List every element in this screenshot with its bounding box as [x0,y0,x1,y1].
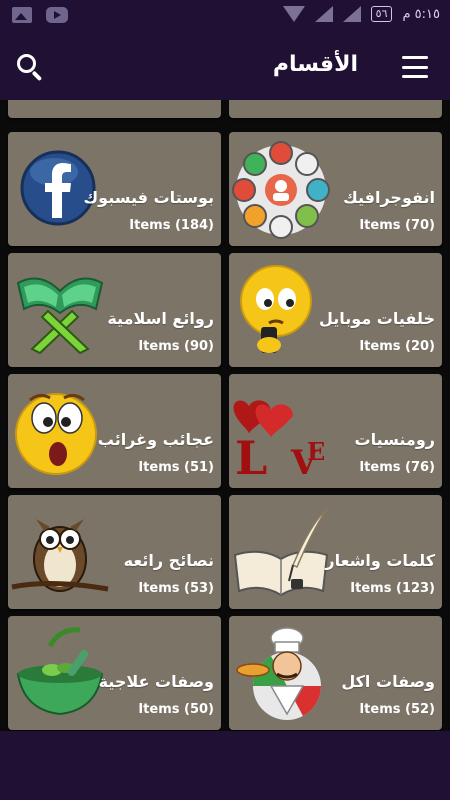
category-name: رومنسيات [354,430,436,449]
wifi-icon [282,6,305,22]
infographic-icon [232,141,330,239]
category-card-wonders[interactable]: عجائب وغرائب Items (51) [8,374,221,488]
quran-icon [16,277,104,355]
image-notification-icon [12,7,32,23]
category-card-remedies[interactable]: وصفات علاجية Items (50) [8,616,221,730]
youtube-notification-icon [46,7,68,23]
category-card-partial-right[interactable] [229,100,442,118]
category-count: Items (50) [138,702,214,717]
category-name: روائع اسلامية [107,309,214,328]
category-name: خلفيات موبايل [318,309,435,328]
status-indicators: ٥٦ ٥:١٥ م [282,6,440,22]
page-title: الأقسام [272,52,358,77]
status-bar: ٥٦ ٥:١٥ م [0,0,450,34]
bottom-area [0,731,450,800]
category-count: Items (90) [138,339,214,354]
category-count: Items (51) [138,460,214,475]
mortar-herbs-icon [16,627,104,716]
svg-text:E: E [307,437,325,466]
category-card-islamic[interactable]: روائع اسلامية Items (90) [8,253,221,367]
love-hearts-icon: L V E [233,400,325,482]
category-card-tips[interactable]: نصائح رائعه Items (53) [8,495,221,609]
category-card-infographic[interactable]: انفوجرافيك Items (70) [229,132,442,246]
svg-text:L: L [235,431,267,482]
category-card-romance[interactable]: L V E رومنسيات Items (76) [229,374,442,488]
surprised-emoji-icon [15,393,97,475]
search-icon[interactable] [17,54,43,82]
category-count: Items (52) [359,702,435,717]
category-card-partial-left[interactable] [8,100,221,118]
app-bar: الأقسام [0,34,450,100]
emoji-phone-icon [240,265,312,353]
owl-icon [11,519,109,592]
category-card-poetry[interactable]: كلمات واشعار Items (123) [229,495,442,609]
category-count: Items (20) [359,339,435,354]
category-name: انفوجرافيك [343,188,435,207]
category-count: Items (70) [359,218,435,233]
category-card-mobile-wallpapers[interactable]: خلفيات موبايل Items (20) [229,253,442,367]
category-card-facebook[interactable]: بوستات فيسبوك Items (184) [8,132,221,246]
clock: ٥:١٥ م [402,6,440,22]
signal-icon-2 [342,6,361,22]
category-card-food-recipes[interactable]: وصفات اكل Items (52) [229,616,442,730]
battery-icon: ٥٦ [370,6,393,22]
signal-icon [314,6,333,22]
categories-grid[interactable]: انفوجرافيك Items (70) بوستات فيسبوك Item… [0,100,450,731]
chef-icon [236,627,321,720]
category-count: Items (76) [359,460,435,475]
category-name: بوستات فيسبوك [83,188,214,207]
category-name: عجائب وغرائب [97,430,214,449]
book-quill-icon [233,508,329,597]
category-name: نصائح رائعه [123,551,214,570]
notification-icons [12,7,68,23]
category-count: Items (123) [350,581,435,596]
category-name: وصفات علاجية [98,672,214,691]
menu-icon[interactable] [402,56,428,78]
category-name: كلمات واشعار [325,551,435,570]
category-name: وصفات اكل [341,672,435,691]
category-count: Items (184) [129,218,214,233]
category-count: Items (53) [138,581,214,596]
